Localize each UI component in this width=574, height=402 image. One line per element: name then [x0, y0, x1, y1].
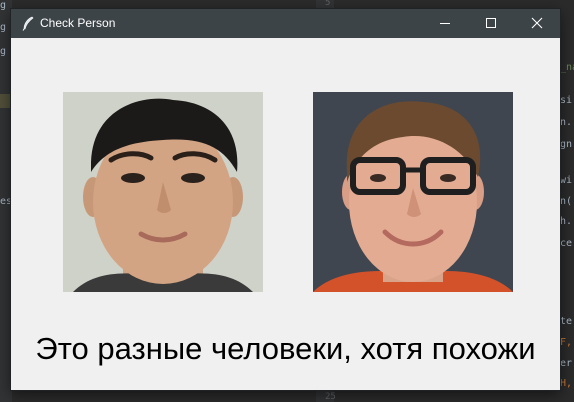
ide-code-fragment: _na	[560, 62, 574, 73]
ide-code-fragment: gn	[560, 139, 573, 150]
window-title: Check Person	[40, 16, 116, 30]
ide-text-fragment: g	[0, 22, 7, 33]
check-person-window: Check Person Это разные человеки, хотя п…	[11, 9, 560, 390]
ide-code-fragment: H,	[560, 378, 573, 389]
title-bar[interactable]: Check Person	[11, 9, 560, 38]
result-label: Это разные человеки, хотя похожи	[35, 331, 536, 366]
feather-icon	[21, 16, 35, 31]
minimize-button[interactable]	[422, 9, 468, 38]
ide-code-fragment: ce	[560, 238, 573, 249]
minimize-icon	[439, 14, 451, 33]
maximize-icon	[485, 14, 497, 33]
ide-code-fragment: n(	[560, 196, 573, 207]
ide-code-fragment: F,	[560, 337, 573, 348]
ide-code-fragment: er	[560, 358, 573, 369]
ide-code-fragment: h.	[560, 216, 573, 227]
close-icon	[531, 14, 543, 33]
close-button[interactable]	[514, 9, 560, 38]
ide-line-number: 5	[325, 0, 331, 8]
window-content: Это разные человеки, хотя похожи	[11, 38, 560, 390]
ide-code-fragment: te	[560, 316, 573, 327]
ide-line-number: 25	[325, 392, 336, 402]
maximize-button[interactable]	[468, 9, 514, 38]
ide-code-fragment: si	[560, 95, 573, 106]
ide-text-fragment: g	[0, 0, 7, 11]
ide-text-fragment: g	[0, 46, 7, 57]
ide-code-fragment: wi	[560, 175, 573, 186]
ide-code-fragment: n.	[560, 117, 573, 128]
person-photo-left	[63, 92, 263, 292]
person-photo-right	[313, 92, 513, 292]
ide-code-area: _na si n. gn wi n( h. ce te F, er H,	[560, 0, 574, 402]
